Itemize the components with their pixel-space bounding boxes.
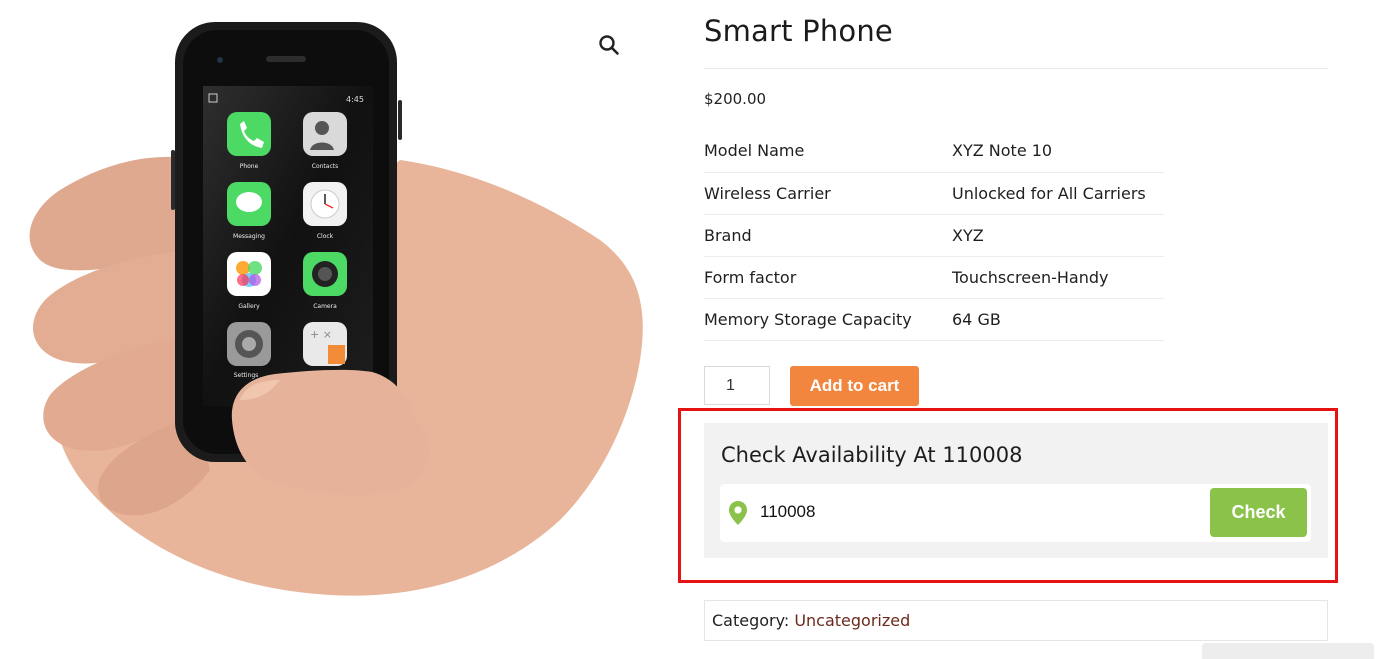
- product-image: 4:45 + × Phone Contacts Messaging Clock: [0, 0, 648, 600]
- magnifier-icon: [599, 35, 619, 55]
- pincode-input[interactable]: [760, 498, 1200, 526]
- table-row: Model Name XYZ Note 10: [704, 130, 1164, 173]
- table-row: Brand XYZ: [704, 214, 1164, 257]
- app-label-settings: Settings: [234, 372, 259, 379]
- attribute-label: Wireless Carrier: [704, 172, 952, 215]
- category-label: Category:: [712, 611, 790, 630]
- quantity-input[interactable]: [704, 366, 770, 405]
- category-link[interactable]: Uncategorized: [794, 611, 910, 630]
- location-pin-icon: [729, 501, 747, 525]
- attribute-value: XYZ Note 10: [952, 130, 1164, 173]
- attribute-value: Touchscreen-Handy: [952, 256, 1164, 299]
- phone-in-hand-photo: 4:45 + × Phone Contacts Messaging Clock: [29, 22, 643, 596]
- product-title: Smart Phone: [704, 14, 893, 48]
- corner-widget: [1202, 643, 1374, 659]
- attribute-value: Unlocked for All Carriers: [952, 172, 1164, 215]
- availability-panel: Check Availability At 110008 Check: [704, 423, 1328, 558]
- attribute-label: Form factor: [704, 256, 952, 299]
- svg-text:+ ×: + ×: [310, 328, 332, 341]
- status-time: 4:45: [346, 95, 364, 104]
- product-attributes-table: Model Name XYZ Note 10 Wireless Carrier …: [704, 130, 1164, 341]
- zoom-button[interactable]: [598, 34, 630, 66]
- title-divider: [704, 68, 1328, 69]
- pincode-row: Check: [720, 484, 1311, 542]
- check-button[interactable]: Check: [1210, 488, 1307, 537]
- app-label-gallery: Gallery: [238, 303, 260, 310]
- product-price: $200.00: [704, 90, 767, 108]
- table-row: Wireless Carrier Unlocked for All Carrie…: [704, 172, 1164, 215]
- table-row: Form factor Touchscreen-Handy: [704, 256, 1164, 299]
- availability-title: Check Availability At 110008: [721, 443, 1023, 467]
- attribute-label: Memory Storage Capacity: [704, 298, 952, 341]
- product-meta: Category: Uncategorized: [704, 600, 1328, 641]
- attribute-label: Brand: [704, 214, 952, 257]
- app-label-clock: Clock: [317, 233, 334, 240]
- attribute-value: 64 GB: [952, 298, 1164, 341]
- app-label-camera: Camera: [313, 303, 337, 310]
- attribute-value: XYZ: [952, 214, 1164, 257]
- attribute-label: Model Name: [704, 130, 952, 173]
- app-label-phone: Phone: [240, 163, 259, 170]
- app-label-contacts: Contacts: [312, 163, 338, 170]
- app-label-messaging: Messaging: [233, 233, 265, 240]
- add-to-cart-button[interactable]: Add to cart: [790, 366, 919, 406]
- table-row: Memory Storage Capacity 64 GB: [704, 298, 1164, 341]
